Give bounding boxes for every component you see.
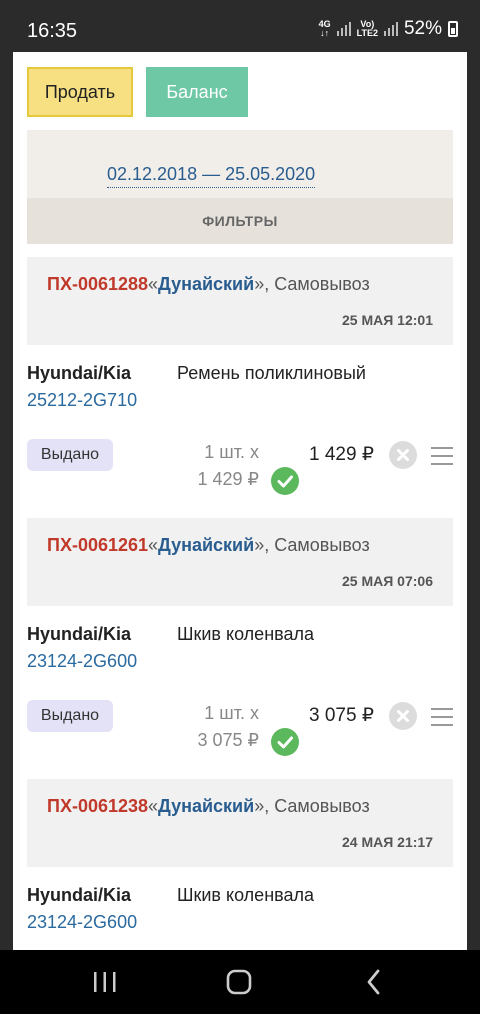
order-shop: Дунайский (158, 796, 255, 816)
check-icon (271, 467, 299, 495)
order-shop: Дунайский (158, 274, 255, 294)
order-title: ПХ-0061288«Дунайский», Самовывоз (47, 274, 370, 294)
product-name: Ремень поликлиновый (177, 363, 366, 383)
order-header[interactable]: ПХ-0061261«Дунайский», Самовывоз 25 МАЯ … (27, 518, 453, 606)
date-range-picker[interactable]: 02.12.2018 — 25.05.2020 (107, 164, 316, 188)
orders-page: Продать Баланс 02.12.2018 — 25.05.2020 Ф… (13, 52, 467, 950)
home-icon[interactable] (199, 950, 279, 1014)
signal-icon (336, 22, 351, 36)
order-title: ПХ-0061238«Дунайский», Самовывоз (47, 796, 370, 816)
order-shop: Дунайский (158, 535, 255, 555)
order-date: 25 МАЯ 12:01 (342, 312, 433, 328)
sell-button[interactable]: Продать (27, 67, 133, 117)
check-icon (271, 728, 299, 756)
menu-icon[interactable] (431, 447, 453, 465)
order-delivery: », Самовывоз (254, 535, 370, 555)
clock: 16:35 (27, 20, 78, 42)
product-article[interactable]: 23124-2G600 (27, 912, 137, 933)
status-badge: Выдано (27, 439, 113, 471)
order-title: ПХ-0061261«Дунайский», Самовывоз (47, 535, 370, 555)
remove-icon[interactable] (389, 441, 417, 469)
order-delivery: », Самовывоз (254, 796, 370, 816)
order-date: 24 МАЯ 21:17 (342, 834, 433, 850)
product-brand: Hyundai/Kia (27, 363, 132, 383)
quantity-price: 1 шт. x3 075 ₽ (197, 703, 260, 750)
product-article[interactable]: 23124-2G600 (27, 651, 137, 672)
order-header[interactable]: ПХ-0061288«Дунайский», Самовывоз 25 МАЯ … (27, 257, 453, 345)
order-card: ПХ-0061288«Дунайский», Самовывоз 25 МАЯ … (27, 257, 453, 495)
order-card: ПХ-0061261«Дунайский», Самовывоз 25 МАЯ … (27, 518, 453, 756)
product-name: Шкив коленвала (177, 885, 315, 905)
order-id[interactable]: ПХ-0061288 (47, 274, 148, 294)
status-badge: Выдано (27, 700, 113, 732)
navigation-bar (0, 950, 480, 1014)
volte-icon: Vo) LTE2 (356, 19, 378, 38)
order-header[interactable]: ПХ-0061238«Дунайский», Самовывоз 24 МАЯ … (27, 779, 453, 867)
order-date: 25 МАЯ 07:06 (342, 573, 433, 589)
signal-2-icon (383, 22, 398, 36)
order-card: ПХ-0061238«Дунайский», Самовывоз 24 МАЯ … (27, 779, 453, 932)
product-article[interactable]: 25212-2G710 (27, 390, 137, 411)
status-icons: 4G ↓↑ Vo) LTE2 52% (319, 18, 458, 40)
filters-button[interactable]: ФИЛЬТРЫ (27, 198, 453, 244)
recent-apps-icon[interactable] (65, 950, 145, 1014)
battery-icon (448, 21, 458, 37)
order-id[interactable]: ПХ-0061261 (47, 535, 148, 555)
filter-panel: 02.12.2018 — 25.05.2020 ФИЛЬТРЫ (27, 130, 453, 244)
battery-percent: 52% (403, 18, 442, 39)
quantity-price: 1 шт. x1 429 ₽ (197, 442, 260, 489)
status-bar: 16:35 4G ↓↑ Vo) LTE2 52% (0, 0, 480, 52)
balance-button[interactable]: Баланс (146, 67, 248, 117)
order-id[interactable]: ПХ-0061238 (47, 796, 148, 816)
order-total: 3 075 ₽ (309, 705, 374, 726)
remove-icon[interactable] (389, 702, 417, 730)
order-delivery: », Самовывоз (254, 274, 370, 294)
network-4g-icon: 4G ↓↑ (318, 19, 331, 38)
back-icon[interactable] (334, 950, 414, 1014)
product-name: Шкив коленвала (177, 624, 315, 644)
menu-icon[interactable] (431, 708, 453, 726)
product-brand: Hyundai/Kia (27, 624, 132, 644)
product-brand: Hyundai/Kia (27, 885, 132, 905)
order-total: 1 429 ₽ (309, 444, 374, 465)
